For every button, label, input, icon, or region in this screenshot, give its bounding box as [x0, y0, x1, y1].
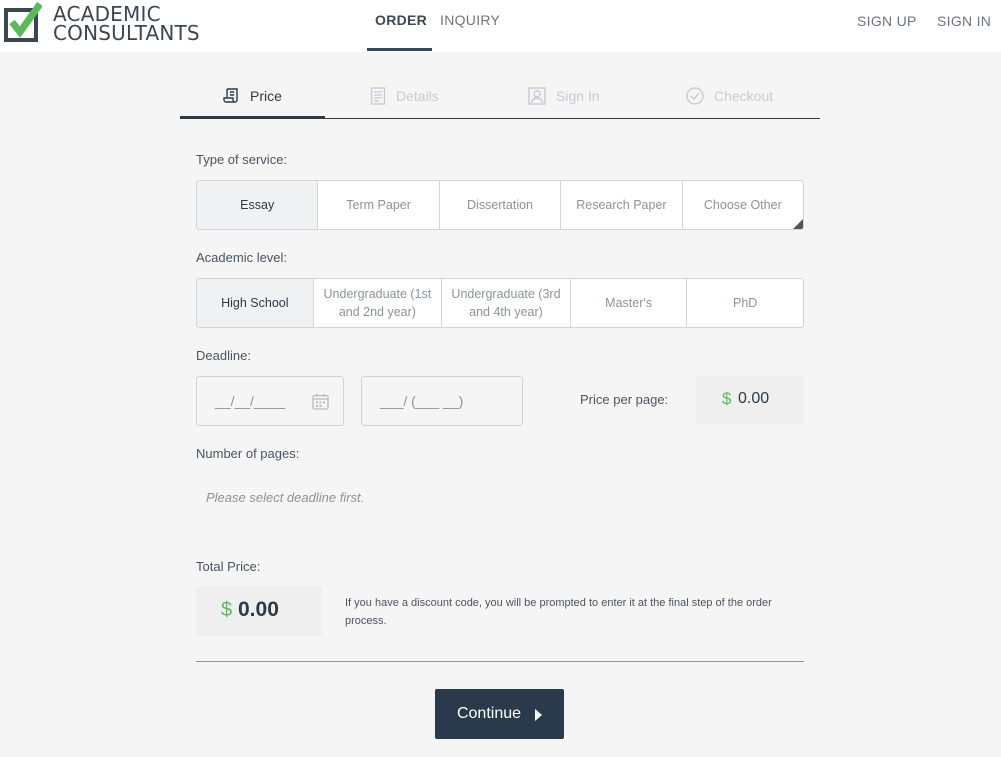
pages-label: Number of pages:: [196, 446, 300, 461]
level-option-undergrad-1-2[interactable]: Undergraduate (1st and 2nd year): [314, 279, 443, 327]
price-per-page-label: Price per page:: [580, 392, 669, 407]
user-icon: [528, 87, 546, 105]
level-option-masters[interactable]: Master's: [571, 279, 688, 327]
service-option-term-paper[interactable]: Term Paper: [318, 181, 440, 229]
nav-sign-in[interactable]: SIGN IN: [937, 13, 991, 29]
level-option-phd[interactable]: PhD: [687, 279, 803, 327]
currency-symbol: $: [221, 599, 233, 621]
nav-sign-up[interactable]: SIGN UP: [857, 13, 917, 29]
total-price-box: $ 0.00: [196, 586, 322, 636]
step-price[interactable]: Price: [222, 84, 282, 108]
level-label: Academic level:: [196, 250, 288, 265]
price-per-page-box: $ 0.00: [696, 376, 804, 424]
service-option-choose-other[interactable]: Choose Other: [683, 181, 803, 229]
logo-check-icon: [4, 2, 42, 42]
nav-order-underline: [367, 48, 432, 51]
total-price-value: 0.00: [238, 598, 279, 621]
arrow-right-icon: [535, 709, 543, 721]
step-label: Price: [250, 88, 282, 104]
dropdown-corner-icon: [793, 219, 803, 229]
nav-inquiry[interactable]: INQUIRY: [440, 12, 500, 28]
discount-note: If you have a discount code, you will be…: [345, 597, 772, 627]
step-checkout[interactable]: Checkout: [686, 84, 773, 108]
logo[interactable]: ACADEMIC CONSULTANTS: [4, 2, 204, 44]
step-label: Sign In: [556, 88, 600, 104]
currency-symbol: $: [722, 389, 732, 408]
deadline-time-input[interactable]: ___/ (___ __): [361, 376, 523, 426]
service-option-essay[interactable]: Essay: [197, 181, 319, 229]
step-sign-in[interactable]: Sign In: [528, 84, 600, 108]
service-option-dissertation[interactable]: Dissertation: [440, 181, 562, 229]
top-header: ACADEMIC CONSULTANTS ORDER INQUIRY SIGN …: [0, 0, 1001, 52]
total-label: Total Price:: [196, 559, 261, 574]
price-per-page-value: 0.00: [738, 390, 770, 407]
continue-button[interactable]: Continue: [435, 689, 564, 739]
time-placeholder: ___/ (___ __): [380, 393, 464, 409]
continue-label: Continue: [456, 705, 522, 722]
step-label: Checkout: [714, 88, 774, 104]
price-scroll-icon: [223, 88, 238, 103]
level-selector: High School Undergraduate (1st and 2nd y…: [196, 278, 804, 328]
deadline-label: Deadline:: [196, 348, 251, 363]
date-placeholder: __/__/____: [215, 393, 286, 409]
service-selector: Essay Term Paper Dissertation Research P…: [196, 180, 804, 230]
divider: [196, 661, 804, 662]
step-details[interactable]: Details: [370, 84, 439, 108]
choose-other-label: Choose Other: [703, 198, 782, 212]
logo-line2: CONSULTANTS: [53, 21, 200, 45]
deadline-date-input[interactable]: __/__/____: [196, 376, 344, 426]
check-circle-icon: [686, 87, 704, 105]
nav-order[interactable]: ORDER: [375, 12, 427, 28]
service-option-research-paper[interactable]: Research Paper: [561, 181, 683, 229]
service-label: Type of service:: [196, 152, 288, 167]
step-label: Details: [396, 88, 439, 104]
pages-hint: Please select deadline first.: [206, 490, 365, 505]
level-option-undergrad-3-4[interactable]: Undergraduate (3rd and 4th year): [442, 279, 571, 327]
order-steps: Price Details Sign In Checkout: [180, 72, 820, 119]
calendar-icon[interactable]: [312, 393, 329, 410]
active-step-indicator: [180, 116, 325, 119]
logo-text: ACADEMIC CONSULTANTS: [53, 4, 200, 45]
level-option-high-school[interactable]: High School: [197, 279, 314, 327]
document-icon: [370, 87, 386, 105]
